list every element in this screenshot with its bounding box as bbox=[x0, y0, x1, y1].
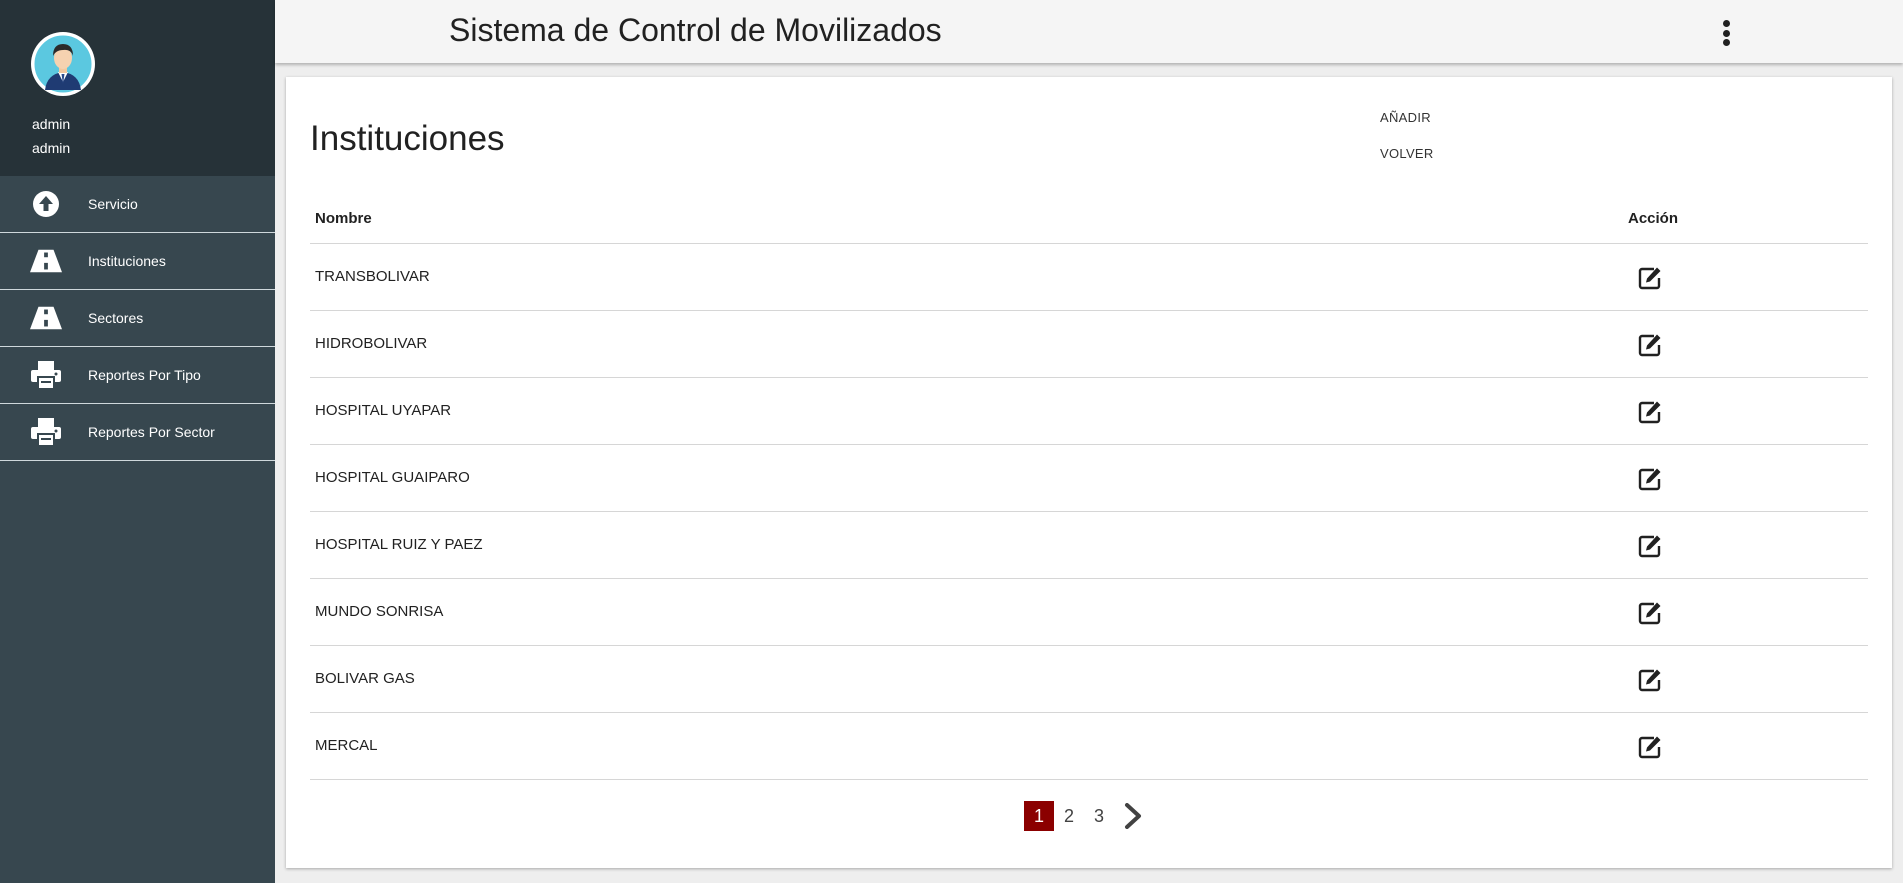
institution-name: HOSPITAL UYAPAR bbox=[315, 402, 452, 419]
sidebar: admin admin Servicio Instituciones Secto… bbox=[0, 0, 275, 883]
institution-name: HOSPITAL GUAIPARO bbox=[315, 469, 470, 486]
more-options-icon[interactable] bbox=[1721, 20, 1731, 46]
table-row: TRANSBOLIVAR bbox=[310, 244, 1868, 311]
avatar bbox=[31, 32, 95, 96]
institution-name: TRANSBOLIVAR bbox=[315, 268, 430, 285]
road-icon bbox=[30, 247, 62, 275]
sidebar-item-instituciones[interactable]: Instituciones bbox=[0, 233, 275, 290]
institution-name: MUNDO SONRISA bbox=[315, 603, 444, 620]
user-role: admin bbox=[32, 140, 71, 156]
main-card: Instituciones AÑADIR VOLVER Nombre Acció… bbox=[286, 77, 1892, 868]
institution-name: BOLIVAR GAS bbox=[315, 670, 415, 687]
edit-icon[interactable] bbox=[1638, 400, 1662, 424]
edit-icon[interactable] bbox=[1638, 735, 1662, 759]
sidebar-item-reportes-tipo[interactable]: Reportes Por Tipo bbox=[0, 347, 275, 404]
page-3-button[interactable]: 3 bbox=[1084, 801, 1114, 831]
add-button[interactable]: AÑADIR bbox=[1380, 110, 1431, 125]
sidebar-item-label: Instituciones bbox=[88, 253, 166, 269]
table-row: HOSPITAL GUAIPARO bbox=[310, 445, 1868, 512]
top-bar: Sistema de Control de Movilizados bbox=[275, 0, 1903, 63]
pagination: 1 2 3 bbox=[1024, 801, 1148, 831]
sidebar-item-label: Servicio bbox=[88, 196, 138, 212]
table-row: MUNDO SONRISA bbox=[310, 579, 1868, 646]
table-row: MERCAL bbox=[310, 713, 1868, 780]
user-name: admin bbox=[32, 116, 71, 132]
sidebar-item-servicio[interactable]: Servicio bbox=[0, 176, 275, 233]
road-icon bbox=[30, 304, 62, 332]
sidebar-item-reportes-sector[interactable]: Reportes Por Sector bbox=[0, 404, 275, 461]
page-1-button[interactable]: 1 bbox=[1024, 801, 1054, 831]
column-header-nombre: Nombre bbox=[315, 210, 372, 227]
user-avatar-icon bbox=[31, 32, 95, 96]
sidebar-item-label: Sectores bbox=[88, 310, 144, 326]
table-row: BOLIVAR GAS bbox=[310, 646, 1868, 713]
institutions-table: Nombre Acción TRANSBOLIVAR HIDROBOLIVAR HO… bbox=[310, 193, 1868, 780]
printer-icon bbox=[30, 361, 62, 389]
page-title: Instituciones bbox=[310, 119, 505, 158]
printer-icon bbox=[30, 418, 62, 446]
app-title: Sistema de Control de Movilizados bbox=[449, 12, 942, 48]
edit-icon[interactable] bbox=[1638, 333, 1662, 357]
user-panel: admin admin bbox=[0, 0, 275, 176]
table-row: HOSPITAL RUIZ Y PAEZ bbox=[310, 512, 1868, 579]
edit-icon[interactable] bbox=[1638, 534, 1662, 558]
institution-name: MERCAL bbox=[315, 737, 378, 754]
column-header-accion: Acción bbox=[1628, 210, 1679, 227]
edit-icon[interactable] bbox=[1638, 467, 1662, 491]
institution-name: HIDROBOLIVAR bbox=[315, 335, 428, 352]
edit-icon[interactable] bbox=[1638, 266, 1662, 290]
sidebar-item-label: Reportes Por Tipo bbox=[88, 367, 201, 383]
arrow-up-circle-icon bbox=[30, 190, 62, 218]
sidebar-item-sectores[interactable]: Sectores bbox=[0, 290, 275, 347]
table-header: Nombre Acción bbox=[310, 193, 1868, 244]
page-2-button[interactable]: 2 bbox=[1054, 801, 1084, 831]
edit-icon[interactable] bbox=[1638, 601, 1662, 625]
edit-icon[interactable] bbox=[1638, 668, 1662, 692]
back-button[interactable]: VOLVER bbox=[1380, 146, 1434, 161]
next-page-icon[interactable] bbox=[1118, 801, 1148, 831]
table-row: HOSPITAL UYAPAR bbox=[310, 378, 1868, 445]
table-row: HIDROBOLIVAR bbox=[310, 311, 1868, 378]
sidebar-item-label: Reportes Por Sector bbox=[88, 424, 215, 440]
institution-name: HOSPITAL RUIZ Y PAEZ bbox=[315, 536, 483, 553]
